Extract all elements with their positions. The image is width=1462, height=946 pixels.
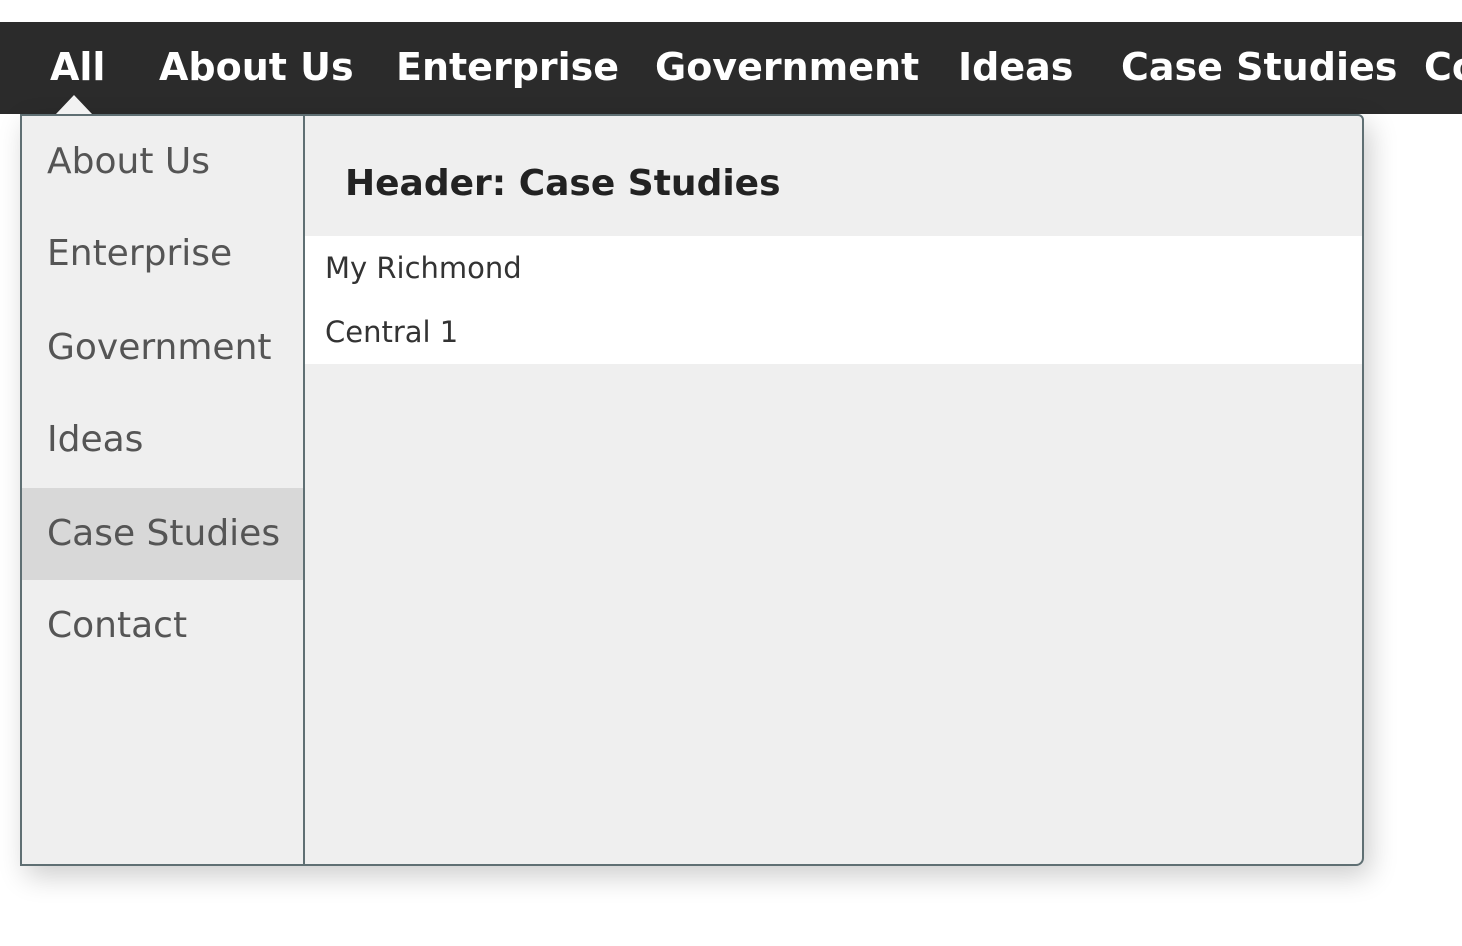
panel-link-list: My Richmond Central 1 bbox=[305, 236, 1362, 364]
nav-item-case-studies[interactable]: Case Studies bbox=[1121, 22, 1397, 114]
sidebar-item-ideas[interactable]: Ideas bbox=[22, 394, 303, 486]
nav-item-enterprise[interactable]: Enterprise bbox=[396, 22, 619, 114]
sidebar-item-enterprise[interactable]: Enterprise bbox=[22, 208, 303, 300]
top-navigation-bar: All About Us Enterprise Government Ideas… bbox=[0, 22, 1462, 114]
caret-up-icon bbox=[56, 95, 92, 114]
sidebar-item-about-us[interactable]: About Us bbox=[22, 116, 303, 208]
sidebar-item-case-studies[interactable]: Case Studies bbox=[22, 488, 303, 580]
dropdown-sidebar: About Us Enterprise Government Ideas Cas… bbox=[22, 116, 305, 864]
panel-link-central-1[interactable]: Central 1 bbox=[325, 300, 458, 364]
nav-item-government[interactable]: Government bbox=[655, 22, 919, 114]
nav-item-about-us[interactable]: About Us bbox=[159, 22, 354, 114]
dropdown-content-panel: Header: Case Studies My Richmond Central… bbox=[305, 116, 1362, 864]
panel-header: Header: Case Studies bbox=[345, 163, 781, 204]
nav-item-contact-truncated[interactable]: Co bbox=[1424, 22, 1462, 114]
mega-menu-dropdown: About Us Enterprise Government Ideas Cas… bbox=[20, 114, 1364, 866]
sidebar-item-contact[interactable]: Contact bbox=[22, 580, 303, 672]
sidebar-item-government[interactable]: Government bbox=[22, 302, 303, 394]
nav-item-ideas[interactable]: Ideas bbox=[958, 22, 1073, 114]
panel-link-my-richmond[interactable]: My Richmond bbox=[325, 236, 522, 300]
page: All About Us Enterprise Government Ideas… bbox=[0, 0, 1462, 946]
